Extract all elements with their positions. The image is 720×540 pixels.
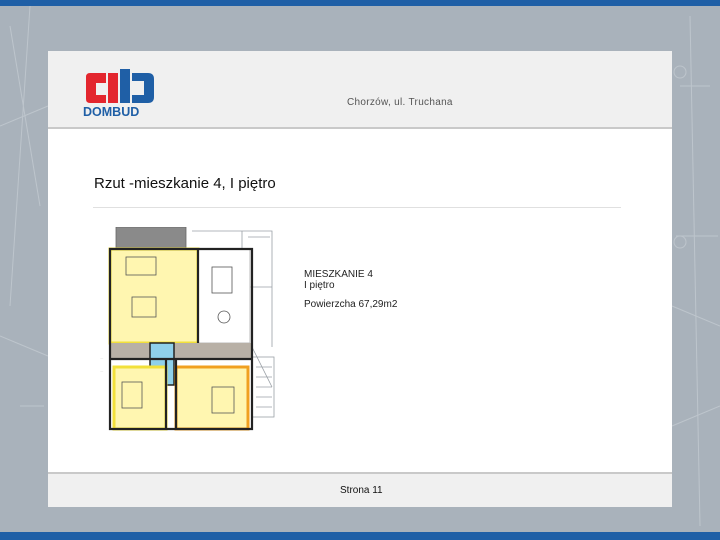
page-number: Strona 11	[340, 485, 383, 496]
apartment-info: MIESZKANIE 4 I piętro Powierzcha 67,29m2	[304, 269, 397, 310]
apartment-floor: I piętro	[304, 280, 335, 291]
logo-mark	[86, 69, 154, 103]
dombud-logo: DOMBUD	[83, 69, 154, 119]
slide-header: DOMBUD Chorzów, ul. Truchana	[48, 51, 672, 129]
svg-text:....: ....	[100, 356, 104, 360]
apartment-area: Powierzcha 67,29m2	[304, 299, 398, 310]
logo-text: DOMBUD	[83, 105, 139, 119]
page-title: Rzut -mieszkanie 4, I piętro	[94, 175, 276, 192]
location-label: Chorzów, ul. Truchana	[347, 97, 453, 108]
slide: DOMBUD Chorzów, ul. Truchana Rzut -miesz…	[48, 51, 672, 507]
bottom-frame-bar	[0, 532, 720, 540]
floor-plan-image: ........	[100, 227, 275, 431]
apartment-name: MIESZKANIE 4	[304, 269, 373, 280]
svg-text:....: ....	[100, 369, 104, 373]
title-divider	[93, 207, 621, 208]
